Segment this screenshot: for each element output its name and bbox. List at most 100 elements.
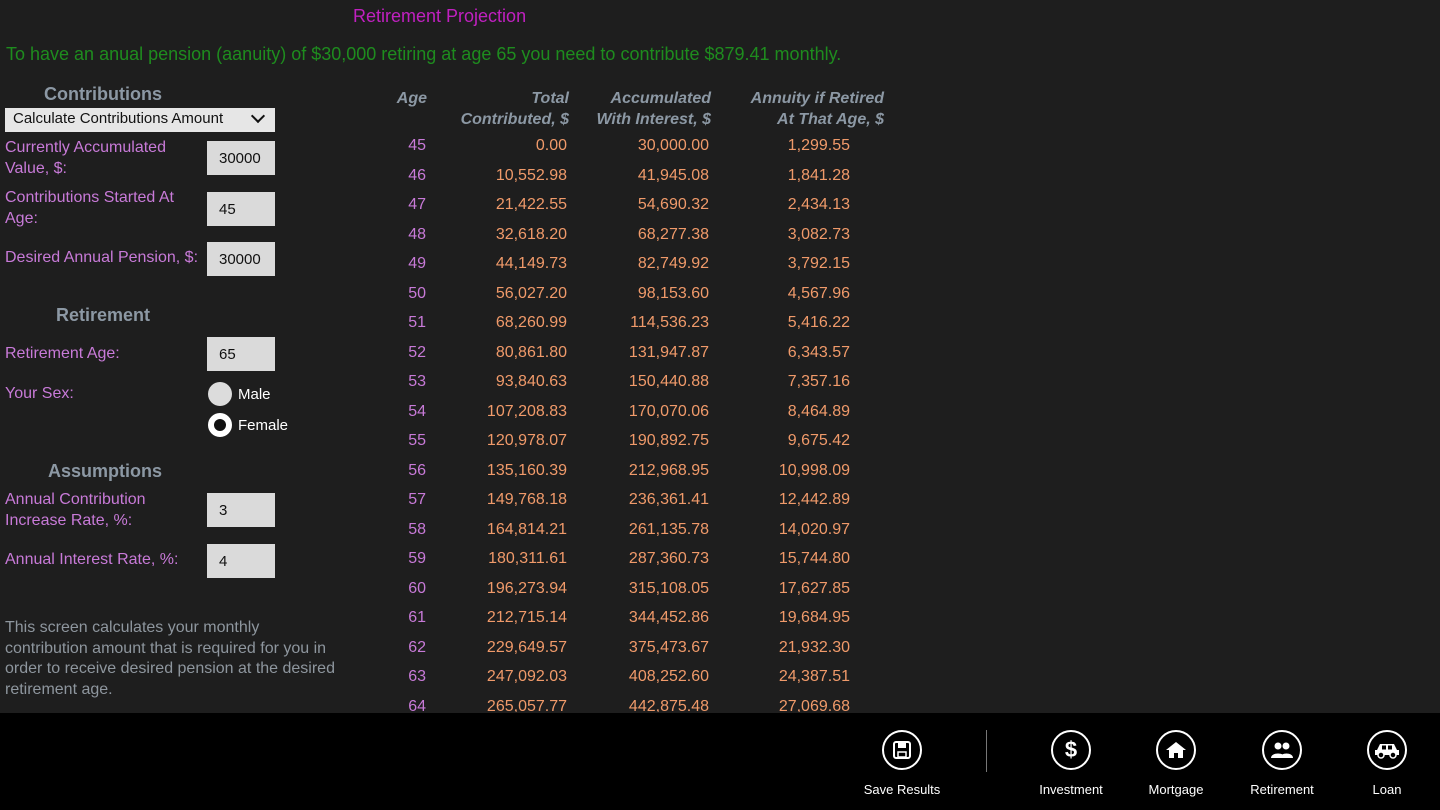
table-row: 61 212,715.14 344,452.86 19,684.95 <box>0 604 900 634</box>
row-total-contributed: 68,260.99 <box>495 314 567 331</box>
row-accumulated: 150,440.88 <box>628 373 709 390</box>
mortgage-label: Mortgage <box>1148 782 1204 797</box>
row-accumulated: 114,536.23 <box>630 314 709 331</box>
header-total-line2: Contributed, $ <box>460 111 569 128</box>
row-age: 46 <box>408 166 426 184</box>
row-annuity: 1,841.28 <box>787 166 850 184</box>
row-annuity: 14,020.97 <box>778 520 850 538</box>
row-age: 58 <box>408 520 426 538</box>
people-icon <box>1262 730 1302 770</box>
row-annuity: 7,357.16 <box>787 373 850 390</box>
row-accumulated: 41,945.08 <box>637 166 709 184</box>
row-accumulated: 442,875.48 <box>628 697 709 713</box>
row-age: 45 <box>408 137 426 154</box>
retirement-label: Retirement <box>1250 782 1314 797</box>
row-accumulated: 98,153.60 <box>637 284 709 302</box>
row-age: 57 <box>408 491 426 508</box>
row-age: 53 <box>408 373 426 390</box>
house-icon <box>1156 730 1196 770</box>
mortgage-button[interactable]: Mortgage <box>1126 730 1226 797</box>
row-annuity: 15,744.80 <box>778 550 850 567</box>
row-total-contributed: 56,027.20 <box>495 284 567 302</box>
row-total-contributed: 164,814.21 <box>486 520 567 538</box>
row-accumulated: 236,361.41 <box>628 491 709 508</box>
investment-button[interactable]: $ Investment <box>1021 730 1121 797</box>
table-row: 63 247,092.03 408,252.60 24,387.51 <box>0 663 900 693</box>
investment-label: Investment <box>1039 782 1103 797</box>
row-accumulated: 131,947.87 <box>628 343 709 361</box>
row-annuity: 4,567.96 <box>787 284 850 302</box>
row-total-contributed: 265,057.77 <box>486 697 567 713</box>
result-summary: To have an anual pension (aanuity) of $3… <box>6 44 842 64</box>
row-annuity: 8,464.89 <box>787 402 850 420</box>
row-total-contributed: 93,840.63 <box>495 373 567 390</box>
row-total-contributed: 229,649.57 <box>486 638 567 656</box>
row-annuity: 1,299.55 <box>787 137 850 154</box>
row-total-contributed: 21,422.55 <box>495 196 567 213</box>
chevron-down-icon <box>250 108 266 124</box>
retirement-button[interactable]: Retirement <box>1232 730 1332 797</box>
row-age: 47 <box>408 196 426 213</box>
table-row: 54 107,208.83 170,070.06 8,464.89 <box>0 398 900 428</box>
row-age: 51 <box>408 314 426 331</box>
save-results-button[interactable]: Save Results <box>852 730 952 797</box>
header-total: Total Contributed, $ <box>430 88 569 130</box>
table-row: 64 265,057.77 442,875.48 27,069.68 <box>0 693 900 713</box>
calculation-mode-select[interactable]: Calculate Contributions Amount <box>5 108 275 132</box>
row-annuity: 2,434.13 <box>787 196 850 213</box>
table-row: 56 135,160.39 212,968.95 10,998.09 <box>0 457 900 487</box>
row-annuity: 5,416.22 <box>787 314 850 331</box>
page-title: Retirement Projection <box>353 6 527 26</box>
row-annuity: 21,932.30 <box>778 638 850 656</box>
row-age: 52 <box>408 343 426 361</box>
row-annuity: 10,998.09 <box>778 461 850 479</box>
appbar-divider <box>986 730 987 772</box>
row-accumulated: 54,690.32 <box>637 196 709 213</box>
dollar-icon: $ <box>1051 730 1091 770</box>
row-annuity: 24,387.51 <box>778 668 850 685</box>
table-row: 49 44,149.73 82,749.92 3,792.15 <box>0 250 900 280</box>
row-age: 61 <box>408 609 426 626</box>
row-age: 49 <box>408 255 426 272</box>
table-row: 46 10,552.98 41,945.08 1,841.28 <box>0 162 900 192</box>
row-age: 60 <box>408 579 426 597</box>
row-total-contributed: 247,092.03 <box>486 668 567 685</box>
loan-button[interactable]: Loan <box>1337 730 1437 797</box>
row-accumulated: 82,749.92 <box>637 255 709 272</box>
row-annuity: 3,082.73 <box>787 225 850 243</box>
header-accumulated: Accumulated With Interest, $ <box>575 88 711 130</box>
row-total-contributed: 120,978.07 <box>486 432 567 449</box>
loan-label: Loan <box>1372 782 1402 797</box>
header-annuity-line1: Annuity if Retired <box>750 90 884 107</box>
row-age: 59 <box>408 550 426 567</box>
row-annuity: 3,792.15 <box>787 255 850 272</box>
header-accumulated-line2: With Interest, $ <box>596 111 711 128</box>
table-row: 52 80,861.80 131,947.87 6,343.57 <box>0 339 900 369</box>
row-total-contributed: 212,715.14 <box>486 609 567 626</box>
row-total-contributed: 135,160.39 <box>486 461 567 479</box>
table-row: 62 229,649.57 375,473.67 21,932.30 <box>0 634 900 664</box>
table-row: 51 68,260.99 114,536.23 5,416.22 <box>0 309 900 339</box>
table-row: 59 180,311.61 287,360.73 15,744.80 <box>0 545 900 575</box>
row-total-contributed: 107,208.83 <box>486 402 567 420</box>
header-accumulated-line1: Accumulated <box>610 90 711 107</box>
calculation-mode-value: Calculate Contributions Amount <box>13 110 224 127</box>
save-icon <box>882 730 922 770</box>
row-age: 48 <box>408 225 426 243</box>
row-total-contributed: 180,311.61 <box>488 550 567 567</box>
table-row: 50 56,027.20 98,153.60 4,567.96 <box>0 280 900 310</box>
row-annuity: 17,627.85 <box>778 579 850 597</box>
row-accumulated: 408,252.60 <box>628 668 709 685</box>
row-age: 55 <box>408 432 426 449</box>
projection-table[interactable]: 45 0.00 30,000.00 1,299.55 46 10,552.98 41,945… <box>0 132 900 712</box>
header-annuity: Annuity if Retired At That Age, $ <box>715 88 884 130</box>
table-row: 53 93,840.63 150,440.88 7,357.16 <box>0 368 900 398</box>
row-annuity: 19,684.95 <box>778 609 850 626</box>
table-row: 47 21,422.55 54,690.32 2,434.13 <box>0 191 900 221</box>
row-total-contributed: 149,768.18 <box>486 491 567 508</box>
row-accumulated: 344,452.86 <box>628 609 709 626</box>
row-accumulated: 68,277.38 <box>637 225 709 243</box>
row-annuity: 12,442.89 <box>778 491 850 508</box>
header-annuity-line2: At That Age, $ <box>777 111 884 128</box>
contributions-heading: Contributions <box>44 84 162 104</box>
